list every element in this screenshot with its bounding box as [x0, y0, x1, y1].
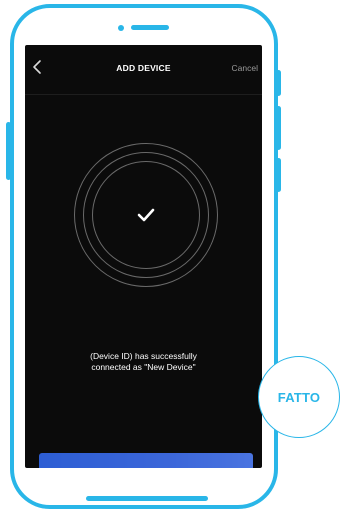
app-screen: ADD DEVICE Cancel (Device ID) has succes…: [25, 45, 262, 468]
success-message: (Device ID) has successfully connected a…: [25, 351, 262, 373]
success-message-line-1: (Device ID) has successfully: [90, 351, 197, 361]
cancel-button[interactable]: Cancel: [232, 63, 258, 73]
success-message-line-2: connected as "New Device": [91, 362, 196, 372]
checkmark-icon: [137, 208, 155, 222]
camera-dot: [118, 25, 124, 31]
navigation-bar: ADD DEVICE Cancel: [25, 45, 262, 95]
done-button[interactable]: DONE: [39, 453, 253, 468]
home-indicator: [86, 496, 208, 501]
callout-label: FATTO: [277, 389, 321, 405]
stage: ADD DEVICE Cancel (Device ID) has succes…: [0, 0, 340, 513]
speaker-bar: [131, 25, 169, 30]
page-title: ADD DEVICE: [116, 63, 171, 73]
success-rings: [74, 143, 218, 287]
callout-badge: FATTO: [258, 356, 340, 438]
